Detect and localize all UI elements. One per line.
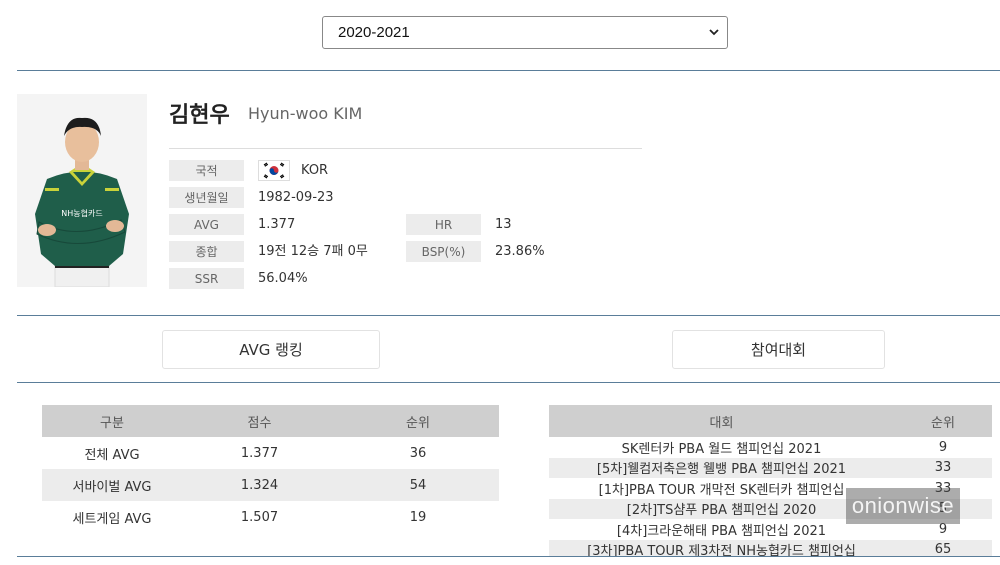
divider-bottom (17, 556, 1000, 557)
tour-header-rank: 순위 (894, 405, 992, 437)
player-name-english: Hyun-woo KIM (248, 104, 363, 123)
divider-lower (17, 382, 1000, 383)
player-name-korean: 김현우 (169, 103, 230, 128)
tour-header-name: 대회 (549, 405, 894, 437)
avg-cell: 36 (409, 445, 427, 461)
avg-header-score: 점수 (182, 405, 337, 437)
avg-cell: 세트게임 AVG (72, 511, 152, 527)
tab-avg-ranking[interactable]: AVG 랭킹 (162, 330, 380, 369)
table-row[interactable]: SK렌터카 PBA 월드 챔피언십 2021 9 (549, 437, 992, 458)
value-birth: 1982-09-23 (258, 190, 334, 205)
value-nationality: KOR (301, 163, 329, 178)
tour-cell-name: [1차]PBA TOUR 개막전 SK렌터카 챔피언십 (598, 482, 845, 498)
tour-cell-rank: 9 (938, 439, 948, 455)
value-hr: 13 (495, 217, 512, 232)
table-row: 전체 AVG 1.377 36 (42, 437, 499, 469)
korea-flag-icon (258, 160, 290, 181)
value-avg: 1.377 (258, 217, 296, 232)
label-bsp: BSP(%) (406, 241, 481, 262)
tour-cell-rank: 65 (894, 539, 992, 557)
divider-top (17, 70, 1000, 71)
avg-cell: 1.324 (182, 469, 337, 501)
label-birth: 생년월일 (169, 187, 244, 208)
avg-cell: 1.507 (240, 509, 279, 525)
avg-cell: 서바이벌 AVG (42, 469, 182, 501)
tournament-table: 대회 순위 SK렌터카 PBA 월드 챔피언십 2021 9 [5차]웰컴저축은… (549, 405, 992, 557)
tour-cell-name: [5차]웰컴저축은행 웰뱅 PBA 챔피언십 2021 (549, 457, 894, 478)
avg-header-rank: 순위 (337, 405, 499, 437)
table-row: 세트게임 AVG 1.507 19 (42, 501, 499, 533)
name-divider (169, 148, 642, 149)
divider-middle (17, 315, 1000, 316)
svg-text:NH농협카드: NH농협카드 (61, 208, 102, 218)
avg-cell: 54 (337, 469, 499, 501)
label-nationality: 국적 (169, 160, 244, 181)
chevron-down-icon (709, 29, 719, 36)
season-select-value: 2020-2021 (338, 24, 410, 41)
label-avg: AVG (169, 214, 244, 235)
label-hr: HR (406, 214, 481, 235)
player-photo: NH농협카드 (17, 94, 147, 287)
avg-cell: 전체 AVG (84, 447, 140, 463)
tour-cell-name: [4차]크라운해태 PBA 챔피언십 2021 (616, 523, 827, 539)
value-bsp: 23.86% (495, 244, 545, 259)
avg-cell: 19 (409, 509, 427, 525)
avg-header-category: 구분 (42, 405, 182, 437)
tab-tournaments[interactable]: 참여대회 (672, 330, 885, 369)
watermark: onionwise (846, 488, 960, 524)
tournament-list-scroll[interactable]: 대회 순위 SK렌터카 PBA 월드 챔피언십 2021 9 [5차]웰컴저축은… (549, 405, 992, 557)
table-row[interactable]: [3차]PBA TOUR 제3차전 NH농협카드 챔피언십 65 (549, 539, 992, 557)
season-select[interactable]: 2020-2021 (322, 16, 728, 49)
tour-cell-name: [3차]PBA TOUR 제3차전 NH농협카드 챔피언십 (549, 539, 894, 557)
avg-cell: 1.377 (240, 445, 279, 461)
label-ssr: SSR (169, 268, 244, 289)
tour-cell-name: [2차]TS샴푸 PBA 챔피언십 2020 (549, 498, 894, 519)
tour-cell-rank: 33 (894, 457, 992, 478)
avg-ranking-table: 구분 점수 순위 전체 AVG 1.377 36 서바이벌 AVG 1.324 … (42, 405, 499, 533)
value-ssr: 56.04% (258, 271, 308, 286)
tour-cell-name: SK렌터카 PBA 월드 챔피언십 2021 (621, 441, 822, 457)
table-row[interactable]: [5차]웰컴저축은행 웰뱅 PBA 챔피언십 2021 33 (549, 457, 992, 478)
table-row: 서바이벌 AVG 1.324 54 (42, 469, 499, 501)
value-total: 19전 12승 7패 0무 (258, 244, 368, 259)
label-total: 종합 (169, 241, 244, 262)
